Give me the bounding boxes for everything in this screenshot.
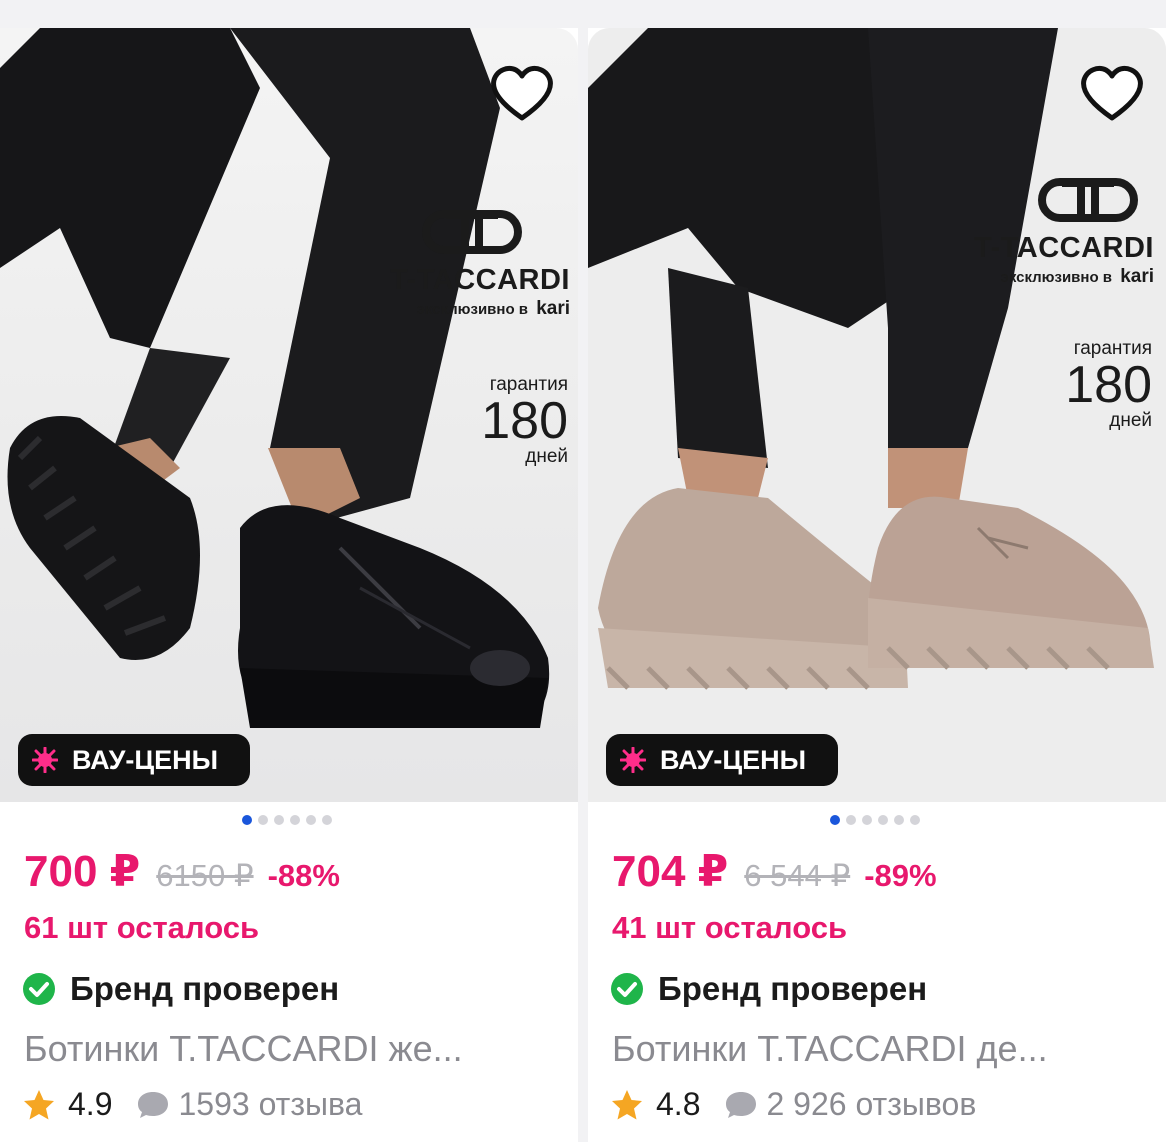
promo-badge-label: ВАУ-ЦЕНЫ (660, 744, 807, 775)
verified-check-icon (611, 973, 643, 1005)
pagination-dot[interactable] (878, 815, 888, 825)
product-image[interactable]: T-TACCARDI эксклюзивно в kari гарантия 1… (588, 28, 1166, 802)
brand-exclusive: эксклюзивно в kari (974, 266, 1154, 288)
brand-verified: Бренд проверен (22, 970, 339, 1008)
reviews-count[interactable]: 1593 отзыва (178, 1086, 362, 1123)
brand-name: T-TACCARDI (389, 264, 570, 296)
taccardi-logo-icon (1038, 178, 1138, 222)
discount-percent: -88% (267, 858, 340, 893)
exclusive-text: эксклюзивно в (416, 301, 529, 318)
product-title[interactable]: Ботинки T.TACCARDI же... (24, 1028, 554, 1070)
pagination-dot[interactable] (846, 815, 856, 825)
pagination-dot[interactable] (258, 815, 268, 825)
old-price: 6150 ₽ (156, 858, 254, 893)
rating-row: 4.9 1593 отзыва (22, 1086, 362, 1123)
comment-bubble-icon (726, 1091, 757, 1118)
image-pagination[interactable] (242, 815, 332, 825)
promo-badge: ВАУ-ЦЕНЫ (606, 734, 838, 786)
star-icon (24, 1089, 54, 1119)
exclusive-text: эксклюзивно в (1000, 269, 1113, 286)
product-card-1[interactable]: T-TACCARDI эксклюзивно в kari гарантия 1… (0, 28, 578, 1142)
product-card-2[interactable]: T-TACCARDI эксклюзивно в kari гарантия 1… (588, 28, 1166, 1142)
pagination-dot[interactable] (910, 815, 920, 825)
promo-badge-label: ВАУ-ЦЕНЫ (72, 744, 219, 775)
sparkle-icon (32, 747, 58, 773)
brand-verified-label: Бренд проверен (658, 970, 928, 1007)
brand-block: T-TACCARDI эксклюзивно в kari (390, 208, 570, 320)
rating-row: 4.8 2 926 отзывов (610, 1086, 976, 1123)
guarantee-block: гарантия 180 дней (1065, 338, 1152, 432)
pagination-dot[interactable] (306, 815, 316, 825)
brand-name: T-TACCARDI (973, 232, 1154, 264)
rating-value: 4.8 (656, 1086, 701, 1122)
stock-left: 61 шт осталось (24, 910, 260, 945)
verified-check-icon (23, 973, 55, 1005)
pagination-dot[interactable] (242, 815, 252, 825)
taccardi-logo-icon (422, 210, 522, 254)
product-title[interactable]: Ботинки T.TACCARDI де... (612, 1028, 1142, 1070)
store-name: kari (536, 298, 570, 319)
old-price: 6 544 ₽ (744, 858, 851, 893)
guarantee-block: гарантия 180 дней (481, 374, 568, 468)
current-price: 700 ₽ (24, 847, 141, 896)
pagination-dot[interactable] (862, 815, 872, 825)
store-name: kari (1120, 266, 1154, 287)
brand-verified-label: Бренд проверен (70, 970, 340, 1007)
pagination-dot[interactable] (830, 815, 840, 825)
rating-value: 4.9 (68, 1086, 113, 1122)
pagination-dot[interactable] (322, 815, 332, 825)
pagination-dot[interactable] (290, 815, 300, 825)
pagination-dot[interactable] (274, 815, 284, 825)
image-pagination[interactable] (830, 815, 920, 825)
comment-bubble-icon (138, 1091, 169, 1118)
price-row: 700 ₽ 6150 ₽ -88% (24, 846, 340, 897)
brand-block: T-TACCARDI эксклюзивно в kari (974, 176, 1154, 288)
brand-exclusive: эксклюзивно в kari (390, 298, 570, 320)
reviews-count[interactable]: 2 926 отзывов (766, 1086, 976, 1123)
pagination-dot[interactable] (894, 815, 904, 825)
price-row: 704 ₽ 6 544 ₽ -89% (612, 846, 937, 897)
stock-left: 41 шт осталось (612, 910, 848, 945)
favorite-heart-icon[interactable] (1076, 58, 1148, 130)
guarantee-number: 180 (481, 392, 568, 450)
product-image[interactable]: T-TACCARDI эксклюзивно в kari гарантия 1… (0, 28, 578, 802)
promo-badge: ВАУ-ЦЕНЫ (18, 734, 250, 786)
star-icon (612, 1089, 642, 1119)
discount-percent: -89% (864, 858, 937, 893)
sparkle-icon (620, 747, 646, 773)
brand-verified: Бренд проверен (610, 970, 927, 1008)
favorite-heart-icon[interactable] (486, 58, 558, 130)
guarantee-number: 180 (1065, 356, 1152, 414)
current-price: 704 ₽ (612, 847, 729, 896)
